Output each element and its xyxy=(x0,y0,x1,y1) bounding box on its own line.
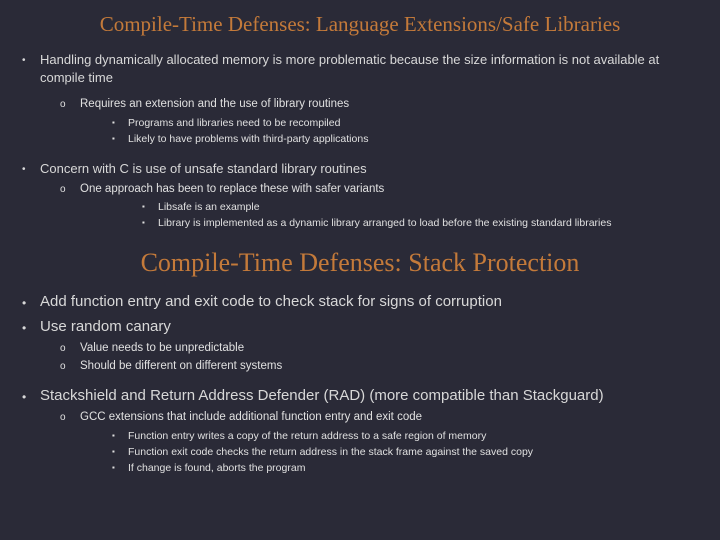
bullet-text: Libsafe is an example xyxy=(158,200,698,214)
bullet-marker: • xyxy=(22,317,40,336)
bullet-l4: ▪ Library is implemented as a dynamic li… xyxy=(142,216,698,230)
bullet-text: Likely to have problems with third-party… xyxy=(128,132,698,146)
bullet-text: Handling dynamically allocated memory is… xyxy=(40,51,698,86)
bullet-l4: ▪ Libsafe is an example xyxy=(142,200,698,214)
square-marker: ▪ xyxy=(112,429,128,442)
circle-marker: o xyxy=(60,341,80,356)
square-marker: ▪ xyxy=(112,445,128,458)
bullet-text: Programs and libraries need to be recomp… xyxy=(128,116,698,130)
slide: Compile-Time Defenses: Language Extensio… xyxy=(0,0,720,540)
bullet-text: GCC extensions that include additional f… xyxy=(80,410,698,426)
bullet-text: Add function entry and exit code to chec… xyxy=(40,292,698,312)
title-1: Compile-Time Defenses: Language Extensio… xyxy=(22,12,698,37)
bullet-l3: ▪ Likely to have problems with third-par… xyxy=(112,132,698,146)
bullet-l1: • Handling dynamically allocated memory … xyxy=(22,51,698,86)
bullet-l2: o Requires an extension and the use of l… xyxy=(60,97,698,113)
bullet-l1: • Add function entry and exit code to ch… xyxy=(22,292,698,312)
square-marker: ▪ xyxy=(112,461,128,474)
square-marker: ▪ xyxy=(112,116,128,129)
square-marker: ▪ xyxy=(112,132,128,145)
bullet-l1: • Use random canary xyxy=(22,317,698,337)
bullet-text: Stackshield and Return Address Defender … xyxy=(40,386,698,406)
bullet-l3: ▪ Function entry writes a copy of the re… xyxy=(112,429,698,443)
circle-marker: o xyxy=(60,97,80,112)
bullet-l3: ▪ If change is found, aborts the program xyxy=(112,461,698,475)
bullet-l2: o One approach has been to replace these… xyxy=(60,182,698,198)
bullet-l2: o Should be different on different syste… xyxy=(60,359,698,375)
bullet-text: Library is implemented as a dynamic libr… xyxy=(158,216,698,230)
bullet-text: Requires an extension and the use of lib… xyxy=(80,97,698,113)
bullet-l1: • Stackshield and Return Address Defende… xyxy=(22,386,698,406)
bullet-l2: o GCC extensions that include additional… xyxy=(60,410,698,426)
bullet-text: One approach has been to replace these w… xyxy=(80,182,698,198)
bullet-l3: ▪ Programs and libraries need to be reco… xyxy=(112,116,698,130)
circle-marker: o xyxy=(60,182,80,197)
bullet-text: Function entry writes a copy of the retu… xyxy=(128,429,698,443)
circle-marker: o xyxy=(60,359,80,374)
bullet-marker: • xyxy=(22,386,40,405)
bullet-l2: o Value needs to be unpredictable xyxy=(60,341,698,357)
bullet-text: Value needs to be unpredictable xyxy=(80,341,698,357)
bullet-l1: • Concern with C is use of unsafe standa… xyxy=(22,160,698,178)
bullet-text: Use random canary xyxy=(40,317,698,337)
bullet-marker: • xyxy=(22,160,40,177)
bullet-text: Concern with C is use of unsafe standard… xyxy=(40,160,698,178)
bullet-marker: • xyxy=(22,292,40,311)
bullet-text: If change is found, aborts the program xyxy=(128,461,698,475)
bullet-text: Function exit code checks the return add… xyxy=(128,445,698,459)
bullet-marker: • xyxy=(22,51,40,68)
square-marker: ▪ xyxy=(142,216,158,229)
square-marker: ▪ xyxy=(142,200,158,213)
title-2: Compile-Time Defenses: Stack Protection xyxy=(22,248,698,278)
bullet-l3: ▪ Function exit code checks the return a… xyxy=(112,445,698,459)
circle-marker: o xyxy=(60,410,80,425)
bullet-text: Should be different on different systems xyxy=(80,359,698,375)
